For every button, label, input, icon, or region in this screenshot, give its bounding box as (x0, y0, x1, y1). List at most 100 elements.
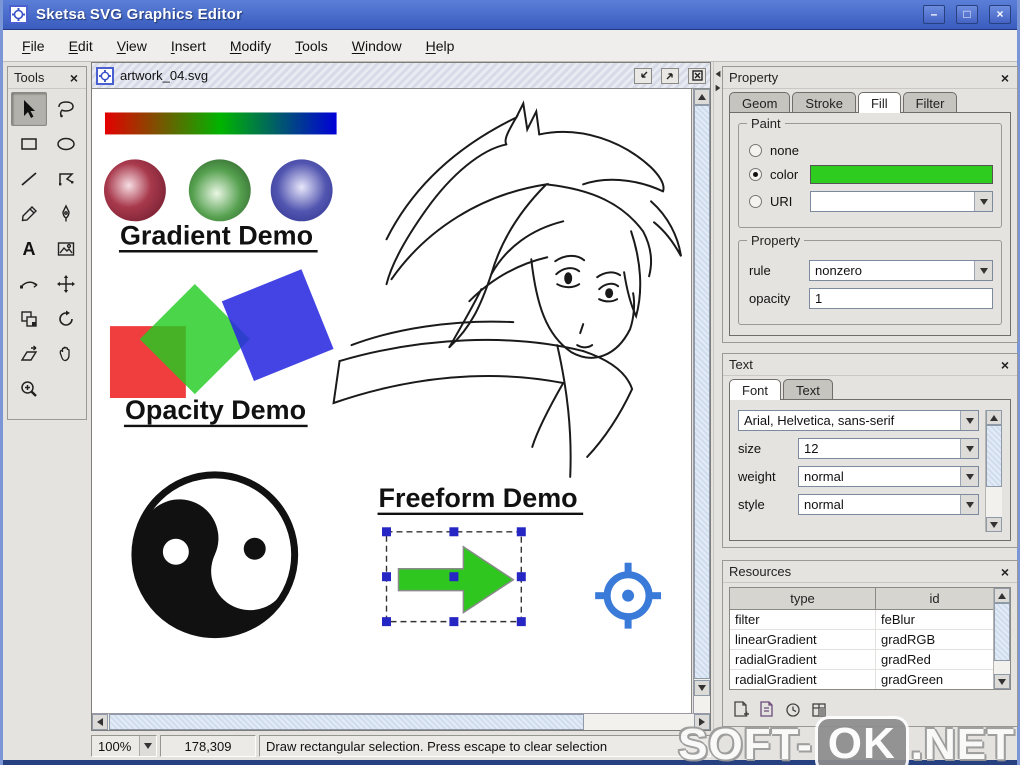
resources-panel-close-icon[interactable]: × (999, 565, 1011, 579)
text-scroll-thumb[interactable] (986, 425, 1002, 487)
scroll-right-icon[interactable] (694, 714, 710, 730)
canvas-horizontal-scrollbar[interactable] (92, 713, 710, 730)
paint-none-radio[interactable] (749, 144, 762, 157)
table-row[interactable]: radialGradient gradRed (730, 650, 993, 670)
zoom-dropdown-icon[interactable] (139, 736, 156, 756)
property-panel-close-icon[interactable]: × (999, 71, 1011, 85)
rectangle-tool-icon[interactable] (11, 127, 47, 161)
crosshair-shape[interactable] (595, 563, 661, 629)
menu-file[interactable]: File (11, 33, 56, 59)
minimize-button[interactable]: – (923, 5, 945, 24)
opacity-field[interactable]: 1 (809, 288, 993, 309)
frame-minimize-icon[interactable] (634, 68, 652, 84)
scroll-up-icon[interactable] (694, 89, 710, 105)
paint-uri-radio[interactable] (749, 195, 762, 208)
combo-arrow-icon[interactable] (974, 192, 992, 211)
app-icon (9, 5, 28, 24)
table-row[interactable]: filter feBlur (730, 610, 993, 630)
menu-tools[interactable]: Tools (284, 33, 339, 59)
table-row[interactable]: radialGradient gradGreen (730, 670, 993, 689)
horizontal-scroll-thumb[interactable] (109, 714, 584, 730)
combo-arrow-icon[interactable] (960, 411, 978, 430)
resources-scroll-thumb[interactable] (994, 603, 1010, 661)
combo-arrow-icon[interactable] (960, 495, 978, 514)
style-combobox[interactable]: normal (798, 494, 979, 515)
scroll-left-icon[interactable] (92, 714, 108, 730)
size-combobox[interactable]: 12 (798, 438, 979, 459)
tab-filter[interactable]: Filter (903, 92, 958, 113)
image-tool-icon[interactable] (48, 232, 84, 266)
maximize-button[interactable]: □ (956, 5, 978, 24)
zoom-tool-icon[interactable] (11, 372, 47, 406)
scroll-down-icon[interactable] (986, 517, 1002, 532)
dock-splitter[interactable] (713, 62, 721, 731)
hand-tool-icon[interactable] (48, 337, 84, 371)
document-frame-titlebar[interactable]: artwork_04.svg (92, 63, 710, 89)
skew-tool-icon[interactable] (11, 337, 47, 371)
paint-color-radio[interactable] (749, 168, 762, 181)
table-row[interactable]: linearGradient gradRGB (730, 630, 993, 650)
select-tool-icon[interactable] (11, 92, 47, 126)
pencil-tool-icon[interactable] (11, 197, 47, 231)
tools-panel-close-icon[interactable]: × (68, 71, 80, 85)
canvas-area: Gradient Demo Opacity Demo Freeform D (92, 89, 710, 730)
text-panel-close-icon[interactable]: × (999, 358, 1011, 372)
uri-combobox[interactable] (810, 191, 993, 212)
scroll-down-icon[interactable] (994, 674, 1010, 689)
group-tool-icon[interactable] (11, 302, 47, 336)
resources-table-header[interactable]: type id (730, 588, 993, 610)
document-icon (96, 67, 114, 85)
resources-scrollbar[interactable] (993, 588, 1010, 689)
combo-arrow-icon[interactable] (960, 439, 978, 458)
combo-arrow-icon[interactable] (974, 261, 992, 280)
tab-text[interactable]: Text (783, 379, 833, 400)
opacity-demo-group[interactable]: Opacity Demo (110, 269, 334, 426)
scroll-up-icon[interactable] (986, 410, 1002, 425)
pen-tool-icon[interactable] (48, 197, 84, 231)
menu-modify[interactable]: Modify (219, 33, 282, 59)
combo-arrow-icon[interactable] (960, 467, 978, 486)
tab-fill[interactable]: Fill (858, 92, 901, 113)
tab-font[interactable]: Font (729, 379, 781, 400)
collapse-right-icon[interactable] (716, 85, 721, 91)
freeform-demo-group[interactable]: Freeform Demo (378, 483, 584, 626)
duplicate-resource-icon[interactable] (759, 701, 776, 719)
weight-combobox[interactable]: normal (798, 466, 979, 487)
close-button[interactable]: × (989, 5, 1011, 24)
canvas-vertical-scrollbar[interactable] (693, 89, 710, 713)
font-tab-body: Arial, Helvetica, sans-serif size 12 wei… (729, 399, 1011, 541)
frame-close-icon[interactable] (688, 68, 706, 84)
yin-yang-group[interactable] (111, 475, 302, 658)
node-edit-tool-icon[interactable] (11, 267, 47, 301)
fill-color-swatch[interactable] (810, 165, 993, 184)
line-tool-icon[interactable] (11, 162, 47, 196)
scroll-up-icon[interactable] (994, 588, 1010, 603)
delete-resource-icon[interactable] (785, 701, 802, 719)
svg-canvas[interactable]: Gradient Demo Opacity Demo Freeform D (92, 89, 692, 713)
gradient-demo-group[interactable]: Gradient Demo (104, 112, 337, 251)
font-family-combobox[interactable]: Arial, Helvetica, sans-serif (738, 410, 979, 431)
vertical-scroll-thumb[interactable] (694, 105, 710, 679)
zoom-level-select[interactable]: 100% (91, 735, 157, 757)
tab-stroke[interactable]: Stroke (792, 92, 856, 113)
tab-geom[interactable]: Geom (729, 92, 790, 113)
menu-insert[interactable]: Insert (160, 33, 217, 59)
polygon-tool-icon[interactable] (48, 162, 84, 196)
menu-help[interactable]: Help (415, 33, 466, 59)
add-resource-icon[interactable] (733, 701, 750, 719)
rule-combobox[interactable]: nonzero (809, 260, 993, 281)
ellipse-tool-icon[interactable] (48, 127, 84, 161)
scroll-down-icon[interactable] (694, 680, 710, 696)
rotate-tool-icon[interactable] (48, 302, 84, 336)
lasso-tool-icon[interactable] (48, 92, 84, 126)
move-tool-icon[interactable] (48, 267, 84, 301)
edit-resource-icon[interactable] (811, 701, 828, 719)
frame-restore-icon[interactable] (661, 68, 679, 84)
text-panel-scrollbar[interactable] (985, 410, 1002, 532)
manga-drawing[interactable] (334, 103, 681, 476)
menu-window[interactable]: Window (341, 33, 413, 59)
collapse-left-icon[interactable] (716, 71, 721, 77)
menu-view[interactable]: View (106, 33, 158, 59)
text-tool-icon[interactable]: A (11, 232, 47, 266)
menu-edit[interactable]: Edit (58, 33, 104, 59)
